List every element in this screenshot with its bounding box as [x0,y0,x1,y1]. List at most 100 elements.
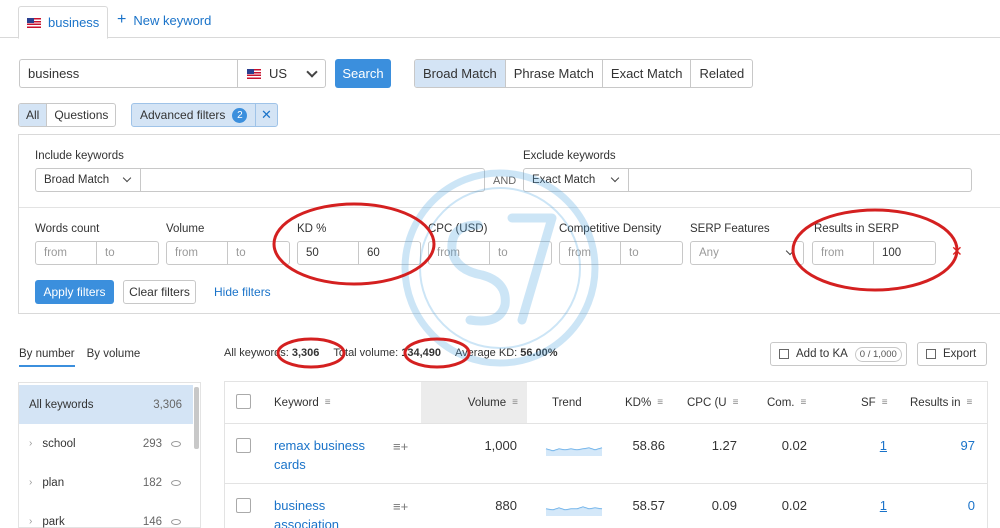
hide-filters-link[interactable]: Hide filters [214,285,271,299]
add-to-ka-label: Add to KA [796,348,848,360]
sf-cell[interactable]: 1 [880,498,887,513]
keywords-table: Keyword ≡ Volume ≡ Trend KD% ≡ CPC (U ≡ Com.… [224,381,988,528]
summary-label: All keywords: [224,347,289,359]
phrase-match-button[interactable]: Phrase Match [506,60,603,87]
exclude-keywords-input[interactable] [629,168,972,192]
related-button[interactable]: Related [691,60,752,87]
advanced-filters-toggle[interactable]: Advanced filters 2 ✕ [131,103,278,127]
sidebar-scrollbar[interactable] [194,387,199,449]
kd-from[interactable]: 50 [297,241,359,265]
export-icon [926,349,936,359]
exact-match-button[interactable]: Exact Match [603,60,692,87]
new-keyword-tab[interactable]: + New keyword [117,12,211,28]
sort-icon: ≡ [732,397,739,408]
add-to-list-icon[interactable]: ≡+ [393,499,408,514]
group-item[interactable]: › school 293 [19,424,193,463]
keyword-link[interactable]: remax business cards [274,436,384,474]
remove-filter-icon[interactable]: ✕ [951,243,963,260]
cpc-to[interactable]: to [490,241,552,265]
results-in-serp-from[interactable]: from [812,241,874,265]
average-kd-summary: Average KD: 56.00% [455,347,558,359]
match-type-group: Broad Match Phrase Match Exact Match Rel… [414,59,754,88]
question-segment: All Questions [18,103,117,127]
eye-icon[interactable] [171,479,181,486]
group-label: school [42,437,76,450]
col-volume[interactable]: Volume ≡ [421,382,527,423]
words-count-from[interactable]: from [35,241,97,265]
volume-cell: 880 [495,498,517,513]
sort-icon: ≡ [657,397,663,408]
group-count: 293 [142,437,162,450]
group-count: 146 [142,515,162,528]
keyword-groups-list: All keywords 3,306 › school 293 › plan 1… [18,382,201,528]
col-results[interactable]: Results in ≡ [910,382,972,423]
select-all-checkbox[interactable] [236,394,251,409]
col-label: KD% [625,396,652,409]
row-checkbox[interactable] [236,438,251,453]
trend-sparkline [545,447,603,456]
col-kd[interactable]: KD% ≡ [625,382,663,423]
export-button[interactable]: Export [917,342,987,366]
add-to-ka-button[interactable]: Add to KA 0 / 1,000 [770,342,907,366]
col-trend[interactable]: Trend [552,382,582,423]
tab-business-label: business [48,15,100,30]
col-com[interactable]: Com. ≡ [767,382,806,423]
database-select[interactable]: US [237,59,326,88]
words-count-to[interactable]: to [97,241,159,265]
col-cpc[interactable]: CPC (U ≡ [687,382,739,423]
volume-to[interactable]: to [228,241,290,265]
row-checkbox[interactable] [236,498,251,513]
and-label: AND [493,175,517,187]
competitive-density-from[interactable]: from [559,241,621,265]
competitive-density-range: from to [559,241,683,265]
cpc-from[interactable]: from [428,241,490,265]
questions-toggle[interactable]: Questions [47,104,115,126]
tab-business[interactable]: business [18,6,108,39]
group-item[interactable]: › park 146 [19,502,193,528]
results-in-serp-to[interactable]: 100 [874,241,936,265]
col-sf[interactable]: SF ≡ [861,382,888,423]
exclude-match-value: Exact Match [532,174,596,186]
sf-cell[interactable]: 1 [880,438,887,453]
results-cell[interactable]: 97 [961,438,975,453]
table-row: business association ≡+ 880 58.57 0.09 0… [225,484,987,528]
close-icon[interactable]: ✕ [255,104,277,126]
group-item[interactable]: › plan 182 [19,463,193,502]
add-to-list-icon[interactable]: ≡+ [393,439,408,454]
sort-icon: ≡ [881,397,888,408]
serp-features-select[interactable]: Any [690,241,804,265]
broad-match-button[interactable]: Broad Match [415,60,506,87]
eye-icon[interactable] [171,518,181,525]
apply-filters-button[interactable]: Apply filters [35,280,114,304]
col-keyword[interactable]: Keyword ≡ [274,382,331,423]
clear-filters-button[interactable]: Clear filters [123,280,196,304]
kd-label: KD % [297,223,327,235]
summary-label: Total volume: [333,347,399,359]
us-flag-icon [27,17,41,28]
group-all-keywords[interactable]: All keywords 3,306 [19,385,193,424]
chevron-right-icon[interactable]: › [29,477,32,488]
include-keywords-input[interactable] [141,168,485,192]
kd-cell: 58.57 [632,498,665,513]
keyword-link[interactable]: business association [274,496,384,528]
chevron-right-icon[interactable]: › [29,438,32,449]
all-toggle[interactable]: All [19,104,48,126]
summary-value: 3,306 [291,347,320,359]
panel-divider [19,207,1000,208]
exclude-match-select[interactable]: Exact Match [523,168,629,192]
volume-from[interactable]: from [166,241,228,265]
search-button[interactable]: Search [335,59,391,88]
cpc-range: from to [428,241,552,265]
kd-to[interactable]: 60 [359,241,421,265]
serp-features-label: SERP Features [690,223,770,235]
results-cell[interactable]: 0 [968,498,975,513]
keyword-search-input[interactable]: business [19,59,237,88]
include-match-select[interactable]: Broad Match [35,168,141,192]
eye-icon[interactable] [171,440,181,447]
chevron-down-icon [306,66,318,78]
volume-range: from to [166,241,290,265]
sort-by-volume-tab[interactable]: By volume [87,348,141,367]
chevron-right-icon[interactable]: › [29,516,32,527]
competitive-density-to[interactable]: to [621,241,683,265]
sort-by-number-tab[interactable]: By number [19,348,75,367]
